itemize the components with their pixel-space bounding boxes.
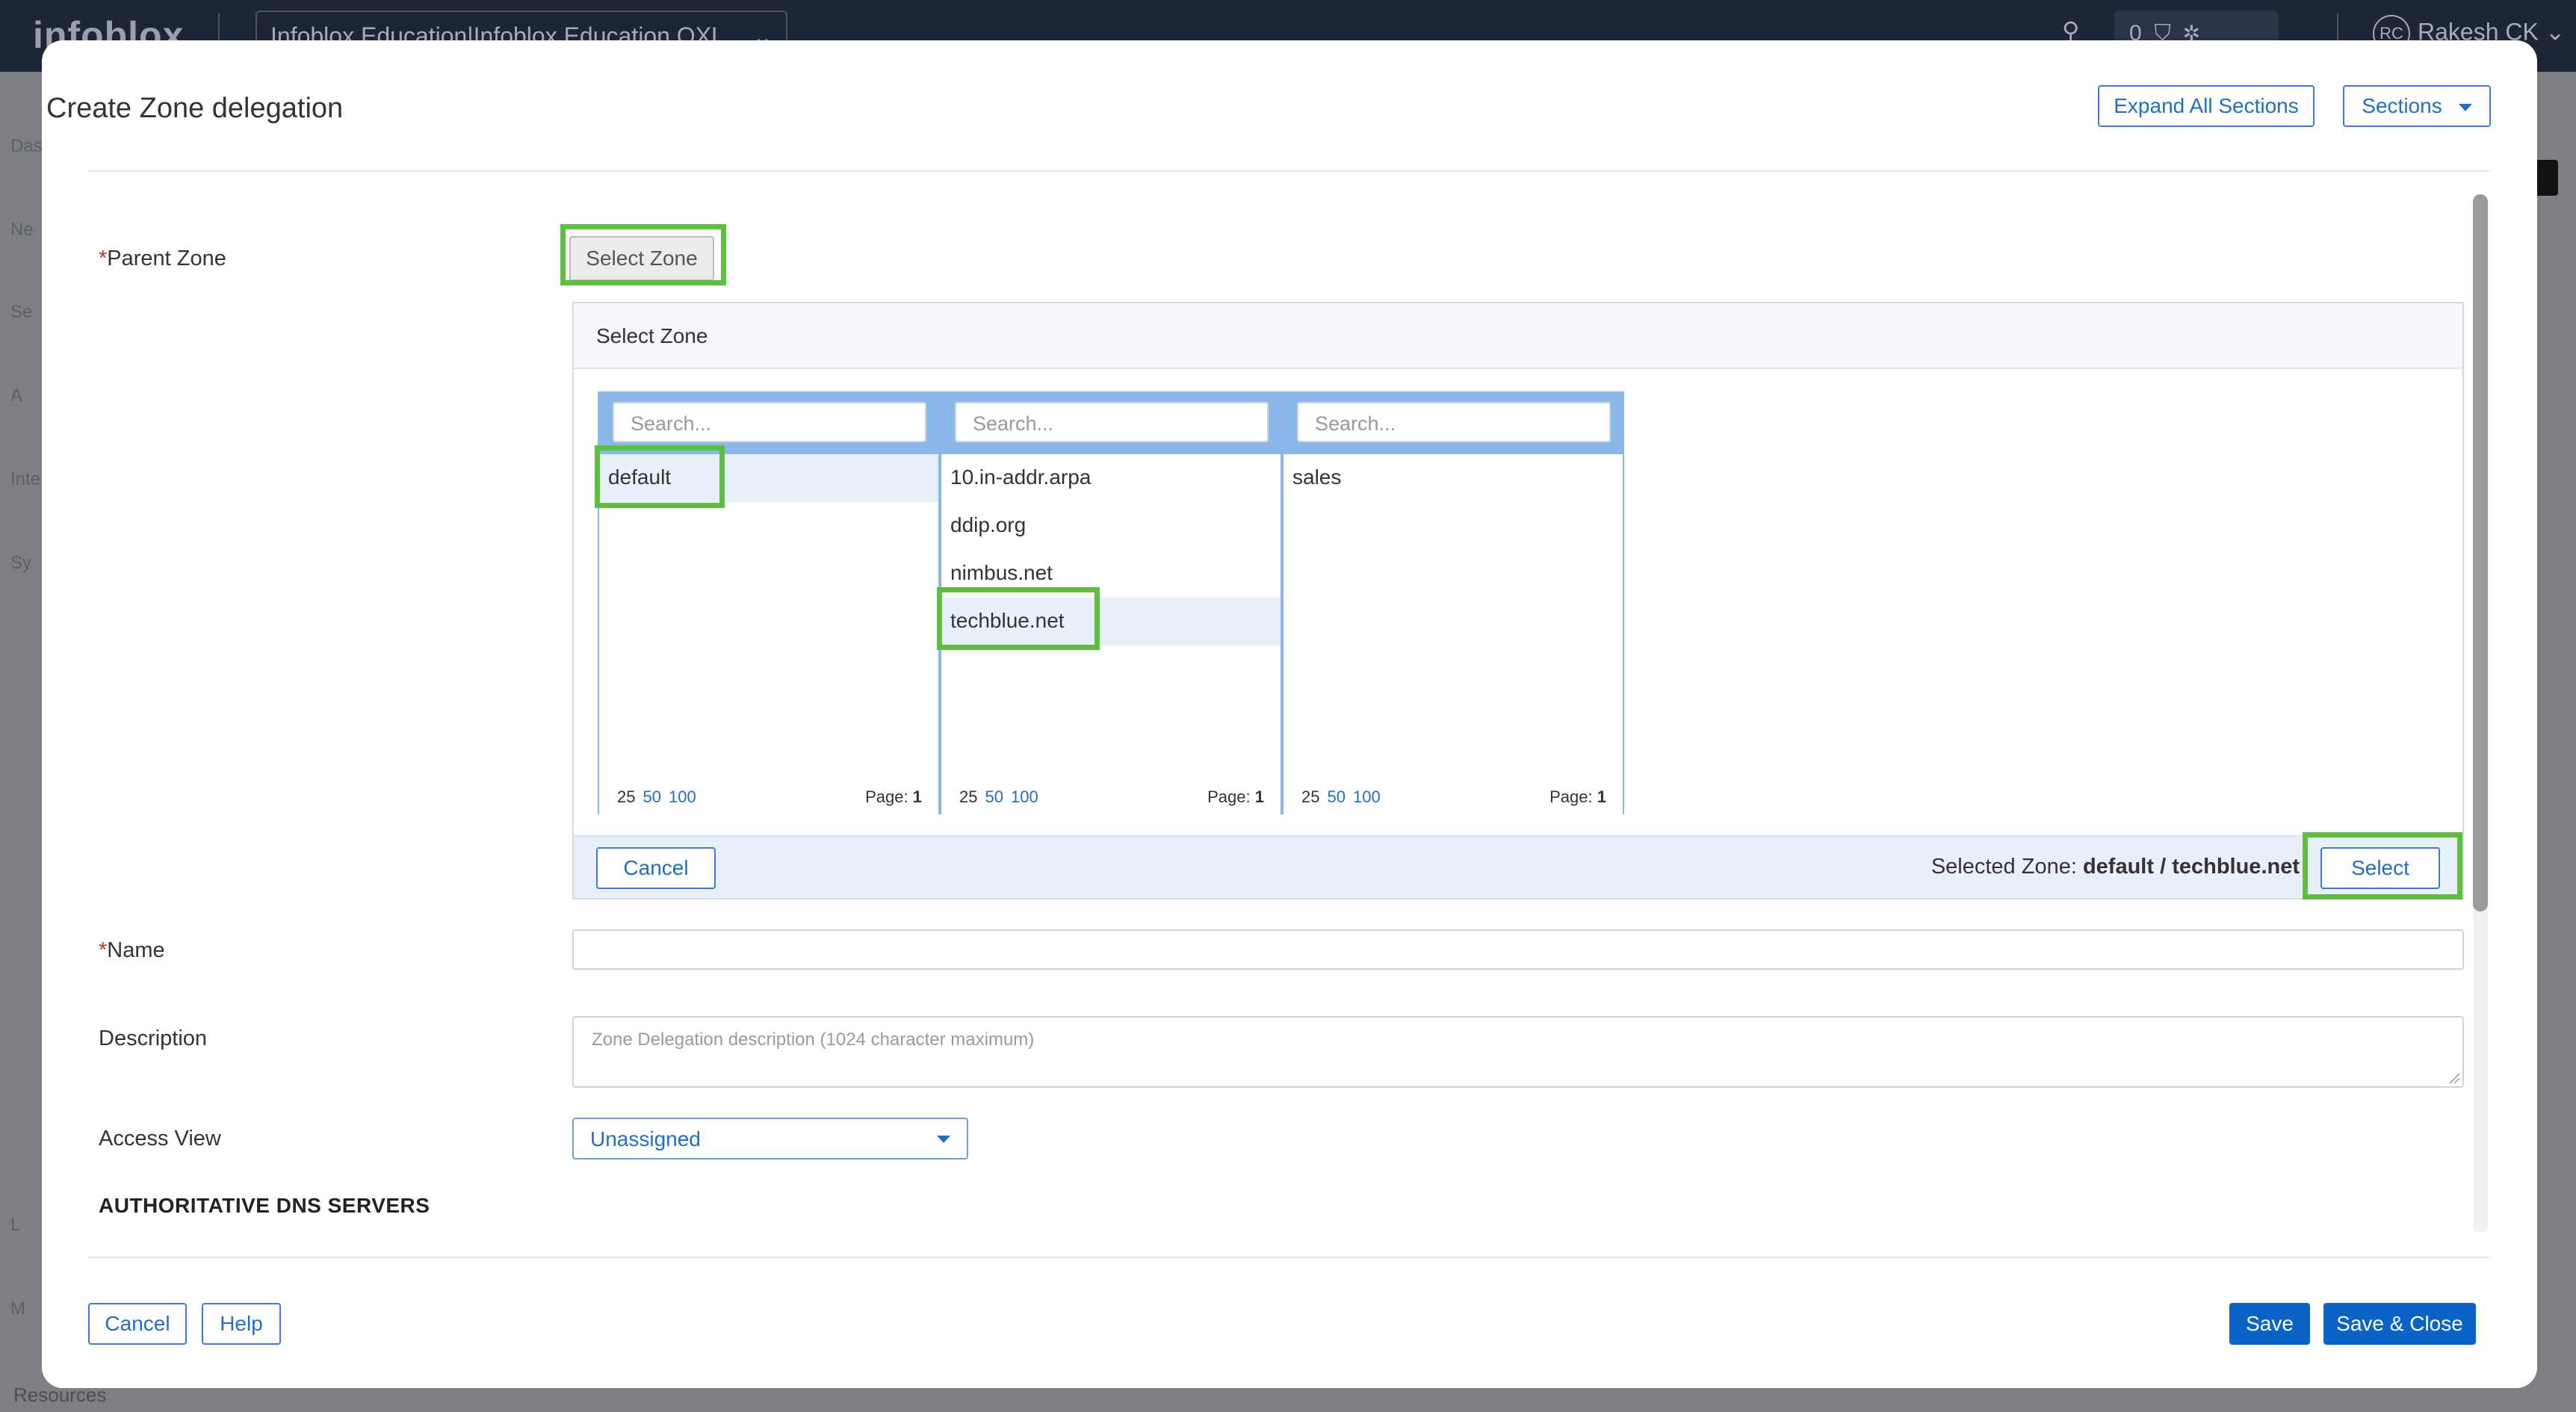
- description-label: Description: [99, 1027, 208, 1050]
- description-placeholder: Zone Delegation description (1024 charac…: [592, 1029, 1035, 1050]
- sidebar-item[interactable]: Das: [10, 136, 43, 157]
- page-size-100[interactable]: 100: [669, 787, 696, 806]
- zone-picker-panel: Select Zone Search... default 25 50 100 Pa…: [572, 302, 2464, 899]
- page-number: 1: [1597, 787, 1606, 806]
- column-header: Search...: [941, 391, 1281, 454]
- selected-zone-value: default / techblue.net: [2082, 855, 2300, 879]
- highlight-box: [937, 587, 1100, 650]
- page-size-25[interactable]: 25: [959, 787, 977, 806]
- sidebar-item[interactable]: Ne: [10, 220, 34, 241]
- zone-item[interactable]: ddip.org: [941, 502, 1281, 550]
- footer-divider: [88, 1257, 2489, 1258]
- selected-zone-label: Selected Zone:: [1931, 855, 2077, 879]
- subzone-search-input[interactable]: Search...: [1297, 402, 1611, 442]
- sidebar-item[interactable]: Sy: [10, 553, 31, 574]
- name-label: *Name: [99, 938, 165, 963]
- access-view-select[interactable]: Unassigned: [572, 1118, 968, 1159]
- page-indicator: Page: 1: [1207, 787, 1264, 807]
- highlight-box: [595, 445, 725, 508]
- sidebar: Das Ne Se A Inte Sy L M: [0, 72, 43, 1412]
- zone-item[interactable]: 10.in-addr.arpa: [941, 454, 1281, 502]
- parent-zone-label-text: Parent Zone: [107, 247, 226, 270]
- page-size-25[interactable]: 25: [617, 787, 635, 806]
- parent-zone-label: *Parent Zone: [99, 247, 226, 271]
- page-size-50[interactable]: 50: [985, 787, 1003, 806]
- page-indicator: Page: 1: [1549, 787, 1606, 807]
- expand-all-sections-button[interactable]: Expand All Sections: [2098, 85, 2315, 127]
- scrollbar-thumb[interactable]: [2473, 194, 2488, 911]
- cancel-button[interactable]: Cancel: [88, 1303, 187, 1345]
- column-pagination: 25 50 100 Page: 1: [599, 778, 938, 814]
- required-mark: *: [99, 938, 108, 962]
- page-size-50[interactable]: 50: [1327, 787, 1345, 806]
- save-and-close-button[interactable]: Save & Close: [2323, 1303, 2476, 1345]
- page-size-100[interactable]: 100: [1353, 787, 1381, 806]
- column-pagination: 25 50 100 Page: 1: [941, 778, 1281, 814]
- sidebar-item[interactable]: M: [10, 1298, 25, 1319]
- zone-columns: Search... default 25 50 100 Page: 1 Search…: [598, 391, 1624, 814]
- zone-picker-title: Select Zone: [596, 324, 708, 347]
- sections-label: Sections: [2362, 94, 2442, 117]
- zone-search-input[interactable]: Search...: [955, 402, 1269, 442]
- page-number: 1: [912, 787, 922, 806]
- page-size-50[interactable]: 50: [643, 787, 660, 806]
- help-button[interactable]: Help: [202, 1303, 281, 1345]
- access-view-value: Unassigned: [590, 1127, 701, 1151]
- dialog-scrollbar[interactable]: [2473, 194, 2488, 1233]
- name-label-text: Name: [107, 938, 165, 962]
- picker-cancel-button[interactable]: Cancel: [596, 847, 716, 889]
- sidebar-item[interactable]: Se: [10, 302, 32, 323]
- zone-item-sales[interactable]: sales: [1284, 454, 1623, 502]
- caret-down-icon: [2458, 103, 2472, 111]
- caret-down-icon: [937, 1136, 950, 1143]
- chevron-down-icon: ⌄: [2545, 18, 2566, 46]
- page-size-100[interactable]: 100: [1011, 787, 1038, 806]
- page-indicator: Page: 1: [865, 787, 922, 807]
- name-input[interactable]: [572, 929, 2464, 970]
- page-size-25[interactable]: 25: [1301, 787, 1319, 806]
- highlight-box: [560, 224, 726, 285]
- required-mark: *: [99, 247, 108, 270]
- sidebar-item[interactable]: Inte: [10, 469, 40, 490]
- access-view-label: Access View: [99, 1127, 221, 1151]
- highlight-box: [2303, 832, 2462, 899]
- page-number: 1: [1254, 787, 1264, 806]
- authoritative-dns-servers-heading: AUTHORITATIVE DNS SERVERS: [99, 1194, 430, 1217]
- sidebar-item[interactable]: A: [10, 385, 22, 406]
- zone-picker-footer: Cancel Selected Zone: default / techblue…: [574, 835, 2462, 898]
- selected-zone-display: Selected Zone: default / techblue.net: [1931, 855, 2300, 879]
- sections-dropdown-button[interactable]: Sections: [2343, 85, 2491, 127]
- page-label: Page:: [865, 787, 908, 806]
- sidebar-item[interactable]: L: [10, 1215, 20, 1236]
- zone-picker-header: Select Zone: [574, 303, 2462, 369]
- dialog-title: Create Zone delegation: [46, 93, 344, 124]
- header-divider: [88, 170, 2489, 172]
- resize-handle-icon[interactable]: [2449, 1073, 2459, 1083]
- zone-column-subzones: Search... sales 25 50 100 Page: 1: [1284, 391, 1623, 814]
- page-label: Page:: [1207, 787, 1251, 806]
- save-button[interactable]: Save: [2229, 1303, 2310, 1345]
- page-label: Page:: [1549, 787, 1593, 806]
- view-search-input[interactable]: Search...: [613, 402, 926, 442]
- column-header: Search...: [1284, 391, 1623, 454]
- column-pagination: 25 50 100 Page: 1: [1284, 778, 1623, 814]
- description-textarea[interactable]: Zone Delegation description (1024 charac…: [572, 1016, 2464, 1088]
